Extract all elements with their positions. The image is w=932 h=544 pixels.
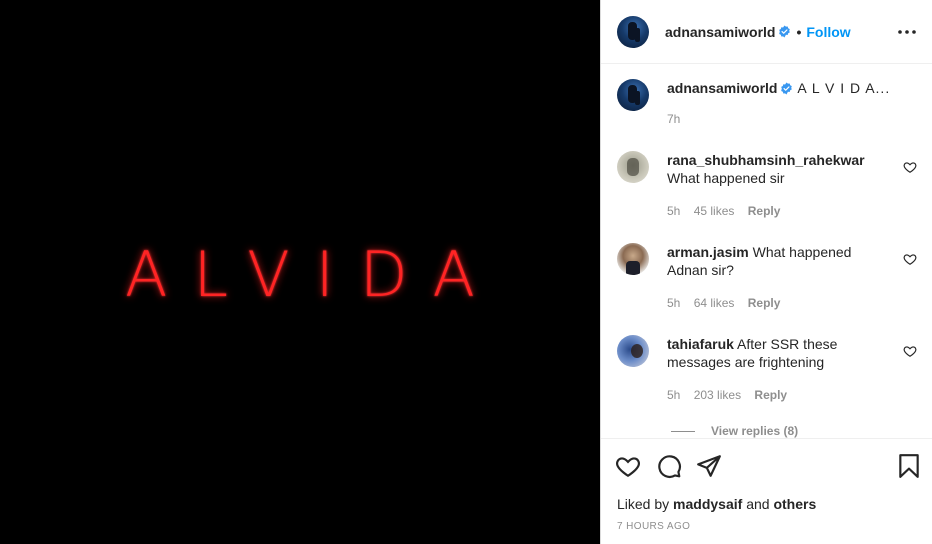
post-media-text: ALVIDA bbox=[125, 237, 501, 311]
liked-by-prefix: Liked by bbox=[617, 496, 670, 512]
caption-body: adnansamiworld A L V I D A... bbox=[667, 79, 893, 97]
comment-username[interactable]: arman.jasim bbox=[667, 244, 749, 260]
comment-icon[interactable] bbox=[656, 453, 682, 479]
instagram-post-view: ALVIDA adnansamiworld • Follow adnansami… bbox=[0, 0, 932, 544]
verified-badge-icon bbox=[781, 82, 793, 95]
commenter-avatar[interactable] bbox=[617, 151, 649, 183]
comment-likes[interactable]: 64 likes bbox=[694, 296, 735, 310]
verified-badge-icon bbox=[779, 25, 791, 38]
post-actions-bar bbox=[601, 438, 932, 492]
comment-time: 5h bbox=[667, 388, 681, 402]
like-comment-heart-icon[interactable] bbox=[903, 344, 917, 358]
header-separator: • bbox=[796, 23, 802, 40]
post-side-panel: adnansamiworld • Follow adnansamiworld A… bbox=[600, 0, 932, 544]
comment-username[interactable]: rana_shubhamsinh_rahekwar bbox=[667, 152, 865, 168]
author-avatar[interactable] bbox=[617, 15, 649, 48]
comment-time: 5h bbox=[667, 204, 681, 218]
comment-body: arman.jasim What happened Adnan sir? bbox=[667, 243, 893, 279]
comment-username[interactable]: tahiafaruk bbox=[667, 336, 734, 352]
author-username[interactable]: adnansamiworld bbox=[665, 24, 775, 40]
post-timestamp[interactable]: 7 HOURS AGO bbox=[617, 521, 690, 532]
liked-by-user[interactable]: maddysaif bbox=[673, 496, 742, 512]
comment-body: rana_shubhamsinh_rahekwar What happened … bbox=[667, 151, 893, 187]
commenter-avatar[interactable] bbox=[617, 243, 649, 275]
reply-button[interactable]: Reply bbox=[748, 204, 781, 218]
comment-likes[interactable]: 45 likes bbox=[694, 204, 735, 218]
heart-icon[interactable] bbox=[615, 453, 641, 479]
commenter-avatar[interactable] bbox=[617, 335, 649, 367]
view-replies-line bbox=[671, 431, 695, 433]
post-header: adnansamiworld • Follow bbox=[601, 0, 932, 64]
comment-text: What happened sir bbox=[667, 170, 785, 186]
comment-meta: 5h 203 likes Reply bbox=[667, 388, 797, 402]
likes-summary: Liked by maddysaif and others bbox=[617, 496, 816, 512]
share-icon[interactable] bbox=[696, 453, 722, 479]
follow-button[interactable]: Follow bbox=[806, 24, 850, 40]
like-comment-heart-icon[interactable] bbox=[903, 252, 917, 266]
view-replies-button[interactable]: View replies (8) bbox=[671, 424, 798, 438]
post-media[interactable]: ALVIDA bbox=[0, 0, 600, 544]
bookmark-icon[interactable] bbox=[896, 453, 922, 479]
reply-button[interactable]: Reply bbox=[754, 388, 787, 402]
liked-by-others[interactable]: others bbox=[773, 496, 816, 512]
view-replies-label: View replies (8) bbox=[711, 424, 799, 438]
comment-meta: 5h 64 likes Reply bbox=[667, 296, 790, 310]
liked-by-and: and bbox=[746, 496, 770, 512]
comments-list[interactable]: adnansamiworld A L V I D A... 7h rana_sh… bbox=[601, 64, 932, 438]
comment-meta: 5h 45 likes Reply bbox=[667, 204, 790, 218]
more-options-icon[interactable] bbox=[895, 22, 919, 42]
caption-username[interactable]: adnansamiworld bbox=[667, 80, 777, 96]
caption-text: A L V I D A... bbox=[797, 80, 891, 96]
comment-body: tahiafaruk After SSR these messages are … bbox=[667, 335, 893, 371]
comment-time: 5h bbox=[667, 296, 681, 310]
comment-likes[interactable]: 203 likes bbox=[694, 388, 741, 402]
like-comment-heart-icon[interactable] bbox=[903, 160, 917, 174]
caption-meta: 7h bbox=[667, 112, 690, 126]
reply-button[interactable]: Reply bbox=[748, 296, 781, 310]
caption-time: 7h bbox=[667, 112, 681, 126]
caption-avatar[interactable] bbox=[617, 79, 649, 111]
